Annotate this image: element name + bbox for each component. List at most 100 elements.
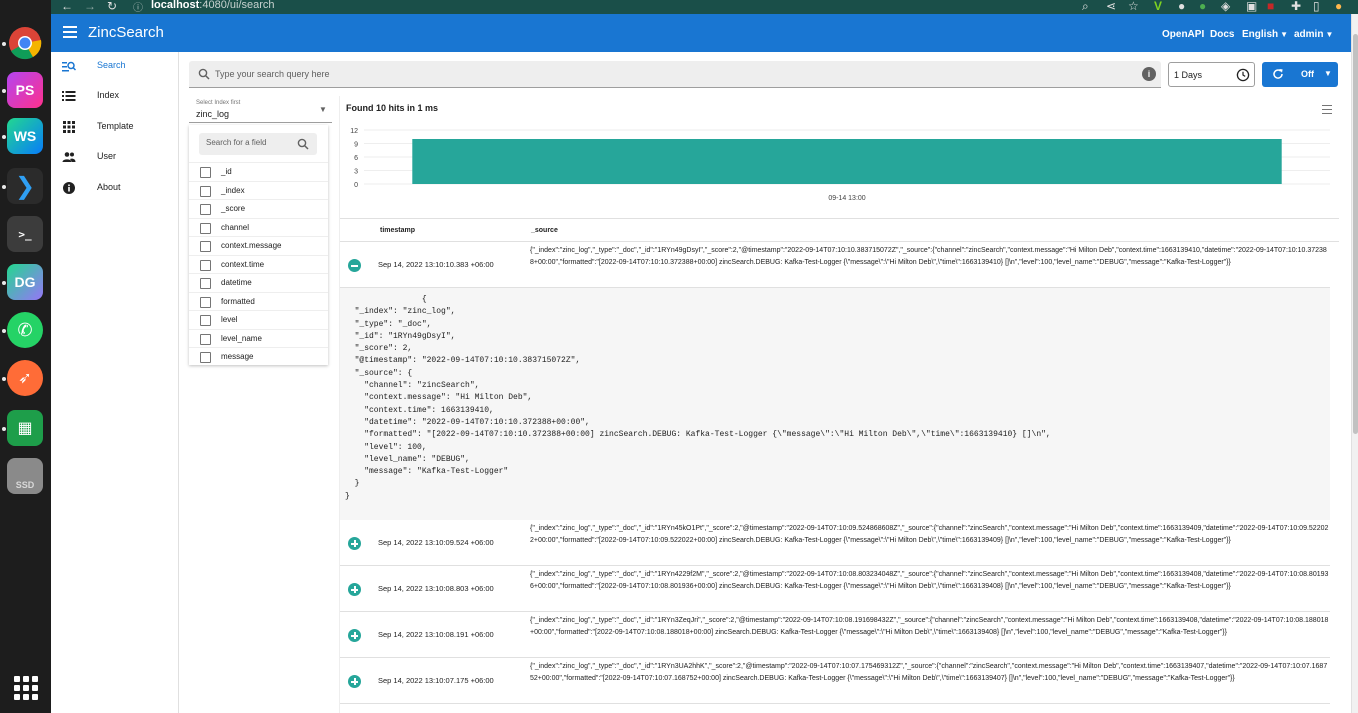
list-icon (62, 91, 76, 101)
field-name: level (221, 315, 238, 324)
field-checkbox[interactable] (200, 296, 211, 308)
column-header-timestamp[interactable]: timestamp (380, 227, 415, 234)
address-bar[interactable]: localhost:4080/ui/search (151, 0, 275, 11)
nav-label: Search (97, 60, 126, 70)
datagrip-app-icon[interactable]: DG (7, 264, 43, 300)
nav-item-about[interactable]: About (51, 174, 179, 202)
result-row[interactable]: Sep 14, 2022 13:10:10.383 +06:00 {"_inde… (340, 242, 1330, 288)
search-list-icon (62, 61, 76, 72)
field-row[interactable]: _id (189, 162, 328, 180)
date-range-picker[interactable]: 1 Days (1168, 62, 1255, 87)
field-checkbox[interactable] (200, 222, 211, 234)
field-checkbox[interactable] (200, 167, 211, 178)
extension-gray-icon[interactable]: ▣ (1246, 0, 1257, 13)
auto-refresh-button[interactable]: Off ▼ (1262, 62, 1338, 87)
index-selector-caption: Select Index first (196, 100, 241, 106)
extension-red-icon[interactable]: ■ (1267, 0, 1274, 13)
field-search-input[interactable] (206, 138, 286, 147)
postman-app-icon[interactable]: ➶ (7, 360, 43, 396)
zoom-icon[interactable]: ⌕ (1082, 0, 1089, 14)
terminal-app-icon[interactable]: >_ (7, 216, 43, 252)
field-checkbox[interactable] (200, 259, 211, 271)
field-row[interactable]: formatted (189, 291, 328, 310)
page-scrollbar[interactable] (1351, 14, 1358, 713)
field-checkbox[interactable] (200, 333, 211, 345)
row-timestamp: Sep 14, 2022 13:10:08.191 +06:00 (378, 630, 494, 639)
back-arrow-icon[interactable]: ← (61, 0, 73, 13)
extension-tag-icon[interactable]: ◈ (1221, 0, 1230, 13)
expand-row-icon[interactable] (348, 675, 361, 688)
field-checkbox[interactable] (200, 278, 211, 289)
running-indicator (2, 42, 6, 46)
field-row[interactable]: level_name (189, 328, 328, 347)
result-row[interactable]: Sep 14, 2022 13:10:08.803 +06:00 {"_inde… (340, 566, 1330, 612)
field-row[interactable]: context.message (189, 236, 328, 254)
nav-item-user[interactable]: User (51, 143, 179, 171)
field-row[interactable]: message (189, 347, 328, 365)
query-search-box[interactable] (189, 61, 1161, 88)
browser-toolbar: ← → ↻ ⓘ localhost:4080/ui/search ⌕ ⋖ ☆ V… (51, 0, 1358, 14)
field-checkbox[interactable] (200, 204, 211, 215)
running-indicator (2, 135, 6, 139)
openapi-link[interactable]: OpenAPI (1162, 29, 1204, 40)
index-selector[interactable]: Select Index first zinc_log ▼ (189, 98, 332, 123)
chart-menu-icon[interactable] (1322, 105, 1332, 114)
result-row[interactable]: Sep 14, 2022 13:10:09.524 +06:00 {"_inde… (340, 520, 1330, 566)
vscode-app-icon[interactable]: ❯ (7, 168, 43, 204)
field-search-box[interactable] (199, 133, 317, 155)
nav-item-index[interactable]: Index (51, 82, 179, 110)
sidepanel-icon[interactable]: ▯ (1313, 0, 1320, 13)
bookmark-star-icon[interactable]: ☆ (1128, 0, 1139, 13)
field-row[interactable]: level (189, 310, 328, 328)
chrome-app-icon[interactable] (7, 25, 43, 61)
webstorm-app-icon[interactable]: WS (7, 118, 43, 154)
scrollbar-thumb[interactable] (1353, 34, 1358, 434)
show-apps-icon[interactable] (14, 676, 38, 700)
search-query-input[interactable] (215, 66, 1115, 82)
caret-down-icon: ▼ (1325, 30, 1334, 39)
nav-item-search[interactable]: Search (51, 52, 179, 80)
profile-avatar-icon[interactable]: ● (1335, 0, 1342, 13)
language-dropdown[interactable]: English ▼ (1242, 29, 1288, 40)
share-icon[interactable]: ⋖ (1106, 0, 1116, 13)
field-checkbox[interactable] (200, 315, 211, 326)
hits-summary: Found 10 hits in 1 ms (346, 103, 439, 113)
page-info-icon[interactable]: ⓘ (133, 0, 143, 14)
reload-icon[interactable]: ↻ (107, 0, 117, 13)
docs-link[interactable]: Docs (1210, 29, 1234, 40)
field-row[interactable]: channel (189, 217, 328, 236)
expand-row-icon[interactable] (348, 537, 361, 550)
column-header-source[interactable]: _source (531, 227, 558, 234)
spreadsheet-app-icon[interactable]: ▦ (7, 410, 43, 446)
field-row[interactable]: _score (189, 199, 328, 217)
nav-label: Template (97, 121, 134, 131)
user-menu-dropdown[interactable]: admin ▼ (1294, 29, 1333, 40)
extension-circle-icon[interactable]: ● (1178, 0, 1185, 13)
phpstorm-app-icon[interactable]: PS (7, 72, 43, 108)
field-name: message (221, 352, 254, 361)
expand-row-icon[interactable] (348, 629, 361, 642)
fields-panel: _id _index _scorechannel context.message con… (189, 125, 328, 365)
field-checkbox[interactable] (200, 185, 211, 197)
expand-row-icon[interactable] (348, 583, 361, 596)
result-row[interactable]: Sep 14, 2022 13:10:07.175 +06:00 {"_inde… (340, 658, 1330, 704)
extensions-puzzle-icon[interactable]: ✚ (1291, 0, 1301, 13)
nav-item-template[interactable]: Template (51, 113, 179, 141)
menu-toggle-icon[interactable] (63, 26, 77, 40)
hits-histogram-chart: 0 3 6 9 12 09-14 13:00 (350, 128, 1330, 202)
drive-app-icon[interactable]: SSD (7, 458, 43, 494)
forward-arrow-icon[interactable]: → (84, 0, 96, 13)
row-source: {"_index":"zinc_log","_type":"_doc","_id… (530, 525, 1329, 544)
query-help-icon[interactable]: i (1142, 67, 1156, 81)
result-row[interactable]: Sep 14, 2022 13:10:08.191 +06:00 {"_inde… (340, 612, 1330, 658)
field-row[interactable]: context.time (189, 254, 328, 273)
extension-v-icon[interactable]: V (1154, 0, 1162, 13)
grammarly-icon[interactable]: ● (1199, 0, 1206, 13)
clock-icon (1236, 68, 1250, 82)
whatsapp-app-icon[interactable]: ✆ (7, 312, 43, 348)
field-checkbox[interactable] (200, 352, 211, 363)
collapse-row-icon[interactable] (348, 259, 361, 272)
field-row[interactable]: datetime (189, 273, 328, 291)
field-row[interactable]: _index (189, 180, 328, 199)
field-checkbox[interactable] (200, 241, 211, 252)
